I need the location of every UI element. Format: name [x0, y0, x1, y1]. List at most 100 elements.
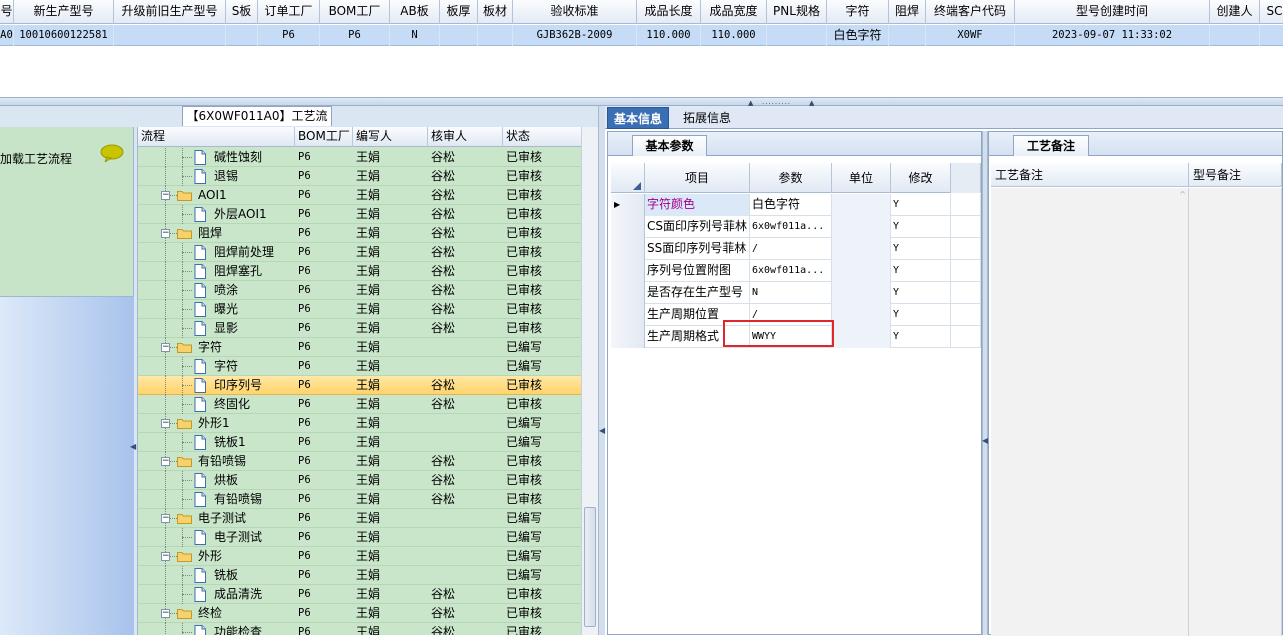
- grid-cell[interactable]: 白色字符: [827, 25, 889, 46]
- tree-row[interactable]: 终固化 P6 王娟 谷松 已审核: [138, 395, 581, 414]
- chat-bubble-icon[interactable]: [100, 144, 124, 162]
- collapse-left-icon[interactable]: ◀: [599, 426, 605, 435]
- grid-cell[interactable]: X0WF: [926, 25, 1015, 46]
- tree-row[interactable]: 铣板1 P6 王娟 已编写: [138, 433, 581, 452]
- param-value-cell[interactable]: 6x0wf011a...: [750, 260, 832, 282]
- tree-row[interactable]: 外层AOI1 P6 王娟 谷松 已审核: [138, 205, 581, 224]
- param-value-cell[interactable]: N: [750, 282, 832, 304]
- grid-cell[interactable]: P6: [320, 25, 390, 46]
- grid-cell[interactable]: [767, 25, 827, 46]
- param-value-cell[interactable]: 白色字符: [750, 194, 832, 216]
- tree-row[interactable]: − 电子测试 P6 王娟 已编写: [138, 509, 581, 528]
- grid-cell[interactable]: [1210, 25, 1260, 46]
- model-grid-row-selected[interactable]: A0 10010600122581 P6 P6 N GJB362B-2009 110.000…: [0, 25, 1283, 46]
- param-unit-cell[interactable]: [832, 216, 891, 238]
- row-header[interactable]: [611, 216, 645, 238]
- param-modify-cell[interactable]: Y: [891, 260, 951, 282]
- grid-cell[interactable]: [478, 25, 513, 46]
- grid-cell[interactable]: N: [390, 25, 440, 46]
- process-memo-textarea[interactable]: ^: [991, 188, 1189, 636]
- tree-row[interactable]: − 阻焊 P6 王娟 谷松 已审核: [138, 224, 581, 243]
- row-header[interactable]: [611, 304, 645, 326]
- row-header[interactable]: [611, 326, 645, 348]
- param-unit-cell[interactable]: [832, 326, 891, 348]
- tree-row[interactable]: 烘板 P6 王娟 谷松 已审核: [138, 471, 581, 490]
- tree-row[interactable]: − 有铅喷锡 P6 王娟 谷松 已审核: [138, 452, 581, 471]
- param-value-cell[interactable]: 6x0wf011a...: [750, 216, 832, 238]
- param-modify-cell[interactable]: Y: [891, 304, 951, 326]
- collapse-node-icon[interactable]: −: [161, 552, 170, 561]
- tab-basic-info[interactable]: 基本信息: [607, 107, 670, 129]
- collapse-node-icon[interactable]: −: [161, 514, 170, 523]
- vertical-splitter[interactable]: ◀: [598, 106, 605, 635]
- tree-column-header[interactable]: 状态: [503, 127, 581, 147]
- grid-cell[interactable]: [114, 25, 226, 46]
- param-modify-cell[interactable]: Y: [891, 282, 951, 304]
- collapse-node-icon[interactable]: −: [161, 191, 170, 200]
- param-unit-cell[interactable]: [832, 238, 891, 260]
- grid-cell[interactable]: 110.000: [701, 25, 767, 46]
- tree-column-header[interactable]: 编写人: [353, 127, 428, 147]
- scroll-up-icon[interactable]: ^: [1179, 190, 1186, 199]
- tab-process-memo[interactable]: 工艺备注: [1013, 135, 1089, 156]
- param-modify-cell[interactable]: Y: [891, 194, 951, 216]
- grid-cell[interactable]: [226, 25, 258, 46]
- grid-cell[interactable]: [440, 25, 478, 46]
- param-row[interactable]: 是否存在生产型号 N Y: [611, 282, 981, 304]
- row-header[interactable]: [611, 260, 645, 282]
- param-unit-cell[interactable]: [832, 304, 891, 326]
- tree-row[interactable]: − 终检 P6 王娟 谷松 已审核: [138, 604, 581, 623]
- tree-row[interactable]: 电子测试 P6 王娟 已编写: [138, 528, 581, 547]
- param-modify-cell[interactable]: Y: [891, 238, 951, 260]
- column-header[interactable]: 成品长度: [637, 0, 701, 24]
- column-header[interactable]: 订单工厂: [258, 0, 320, 24]
- param-column-header[interactable]: 项目: [645, 163, 750, 193]
- tree-column-header[interactable]: 核审人: [428, 127, 503, 147]
- collapse-node-icon[interactable]: −: [161, 343, 170, 352]
- column-header[interactable]: 创建人: [1210, 0, 1260, 24]
- tree-row[interactable]: 阻焊前处理 P6 王娟 谷松 已审核: [138, 243, 581, 262]
- tree-row[interactable]: 功能检查 P6 王娟 谷松 已审核: [138, 623, 581, 635]
- model-memo-textarea[interactable]: [1189, 188, 1282, 636]
- tree-row[interactable]: 阻焊塞孔 P6 王娟 谷松 已审核: [138, 262, 581, 281]
- column-header[interactable]: 阻焊: [889, 0, 926, 24]
- collapse-node-icon[interactable]: −: [161, 609, 170, 618]
- param-column-header[interactable]: 修改: [891, 163, 951, 193]
- tree-row[interactable]: 喷涂 P6 王娟 谷松 已审核: [138, 281, 581, 300]
- column-header[interactable]: 成品宽度: [701, 0, 767, 24]
- column-header[interactable]: 号: [0, 0, 14, 24]
- tree-row[interactable]: 显影 P6 王娟 谷松 已审核: [138, 319, 581, 338]
- column-header[interactable]: SC: [1260, 0, 1283, 24]
- tree-row[interactable]: 铣板 P6 王娟 已编写: [138, 566, 581, 585]
- param-row[interactable]: 序列号位置附图 6x0wf011a... Y: [611, 260, 981, 282]
- tree-row[interactable]: − AOI1 P6 王娟 谷松 已审核: [138, 186, 581, 205]
- flow-title-tab[interactable]: 【6X0WF011A0】工艺流程: [182, 106, 332, 142]
- grid-cell[interactable]: A0: [0, 25, 14, 46]
- tree-row[interactable]: 印序列号 P6 王娟 谷松 已审核: [138, 376, 581, 395]
- tree-row[interactable]: 字符 P6 王娟 已编写: [138, 357, 581, 376]
- row-header[interactable]: [611, 238, 645, 260]
- grid-cell[interactable]: 10010600122581: [14, 25, 114, 46]
- param-modify-cell[interactable]: Y: [891, 326, 951, 348]
- grid-cell[interactable]: 2023-09-07 11:33:02: [1015, 25, 1210, 46]
- tree-row[interactable]: 有铅喷锡 P6 王娟 谷松 已审核: [138, 490, 581, 509]
- param-value-cell[interactable]: /: [750, 238, 832, 260]
- horizontal-splitter[interactable]: ▲ ········· ▲: [0, 97, 1283, 108]
- tree-column-header[interactable]: 流程: [138, 127, 295, 147]
- column-header[interactable]: 板厚: [440, 0, 478, 24]
- grid-cell[interactable]: GJB362B-2009: [513, 25, 637, 46]
- collapse-node-icon[interactable]: −: [161, 229, 170, 238]
- column-header[interactable]: 板材: [478, 0, 513, 24]
- column-header[interactable]: 验收标准: [513, 0, 637, 24]
- grid-cell[interactable]: [889, 25, 926, 46]
- param-row[interactable]: ▶ 字符颜色 白色字符 Y: [611, 194, 981, 216]
- grid-cell[interactable]: [1260, 25, 1283, 46]
- grid-cell[interactable]: P6: [258, 25, 320, 46]
- collapse-node-icon[interactable]: −: [161, 419, 170, 428]
- tree-row[interactable]: 曝光 P6 王娟 谷松 已审核: [138, 300, 581, 319]
- param-unit-cell[interactable]: [832, 282, 891, 304]
- tree-column-header[interactable]: BOM工厂: [295, 127, 353, 147]
- tree-row[interactable]: − 字符 P6 王娟 已编写: [138, 338, 581, 357]
- grid-cell[interactable]: 110.000: [637, 25, 701, 46]
- tab-basic-params[interactable]: 基本参数: [632, 135, 707, 156]
